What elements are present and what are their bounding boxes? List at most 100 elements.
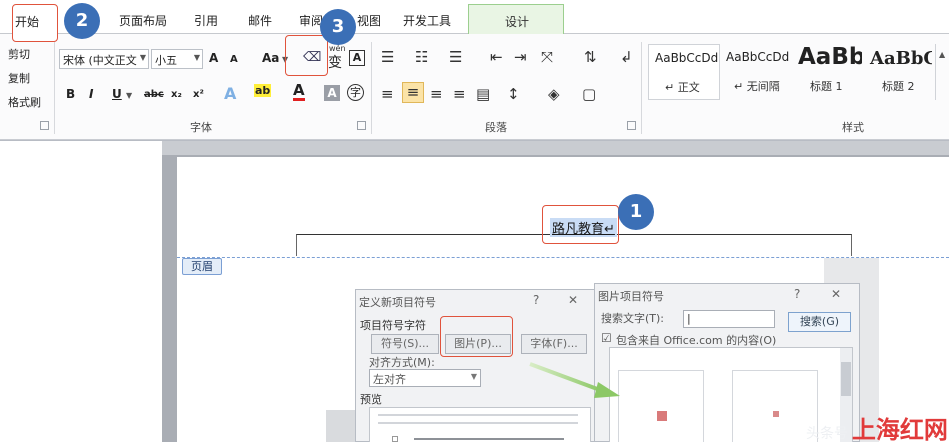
chevron-up-icon: ▲ xyxy=(939,50,946,59)
font-button[interactable]: 字体(F)... xyxy=(521,334,587,354)
style-no-spacing[interactable]: AaBbCcDd ↵ 无间隔 xyxy=(722,44,792,100)
help-icon[interactable]: ? xyxy=(794,287,800,301)
align-left-icon[interactable]: ≡ xyxy=(381,85,394,103)
tab-design-label: 设计 xyxy=(505,15,530,29)
strikethrough-button[interactable]: abc xyxy=(144,89,164,100)
format-painter-button[interactable]: 格式刷 xyxy=(8,94,41,110)
style-name: ↵ 无间隔 xyxy=(734,80,780,93)
style-name: 标题 1 xyxy=(810,80,843,93)
group-separator xyxy=(54,42,55,134)
copy-button[interactable]: 复制 xyxy=(8,70,30,86)
increase-indent-icon[interactable]: ⇥ xyxy=(514,48,527,66)
font-name-select[interactable]: 宋体 (中文正文 ▼ xyxy=(59,49,149,69)
style-sample: AaBbCcDd xyxy=(655,51,719,65)
char-shading-button[interactable]: A xyxy=(324,85,340,101)
shrink-font-button[interactable]: A xyxy=(230,54,238,65)
font-size-select[interactable]: 小五 ▼ xyxy=(151,49,203,69)
chevron-down-icon: ▼ xyxy=(126,91,133,100)
alignment-select[interactable]: 左对齐 ▼ xyxy=(369,369,481,387)
multilevel-list-icon[interactable]: ☰ xyxy=(449,48,462,66)
tab-page-layout[interactable]: 页面布局 xyxy=(119,12,167,29)
alignment-value: 左对齐 xyxy=(373,373,406,386)
paragraph-launcher-icon[interactable] xyxy=(627,121,636,130)
dialog-title: 定义新项目符号 xyxy=(359,296,436,309)
char-border-button[interactable]: A xyxy=(349,50,365,66)
tab-developer[interactable]: 开发工具 xyxy=(403,12,451,29)
help-icon[interactable]: ? xyxy=(533,293,539,307)
chinese-layout-icon[interactable]: ⤧ xyxy=(541,48,553,66)
header-tag: 页眉 xyxy=(182,258,222,275)
show-marks-icon[interactable]: ↲ xyxy=(620,48,633,66)
bullets-icon[interactable]: ☰ xyxy=(381,48,394,66)
tab-home-label: 开始 xyxy=(15,15,40,29)
callout-2: 2 xyxy=(64,3,100,39)
group-separator xyxy=(641,42,642,134)
preview-line xyxy=(414,438,564,440)
style-sample: AaBbC xyxy=(870,48,932,69)
search-input[interactable]: | xyxy=(683,310,775,328)
close-icon[interactable]: ✕ xyxy=(831,287,841,301)
highlight-picture-button xyxy=(440,316,513,357)
styles-scroll[interactable]: ▲ xyxy=(935,44,949,100)
search-button[interactable]: 搜索(G) xyxy=(788,312,851,332)
style-name: ↵ 正文 xyxy=(665,81,700,94)
picture-bullet-item[interactable] xyxy=(618,370,704,442)
ruler-strip xyxy=(162,141,949,155)
bullet-image xyxy=(657,411,667,421)
callout-3: 3 xyxy=(320,9,356,45)
align-center-icon[interactable]: ≡ xyxy=(402,82,424,103)
phonetic-guide-button[interactable]: 变 xyxy=(328,52,342,72)
enclose-char-icon[interactable]: 字 xyxy=(347,84,364,101)
tab-references[interactable]: 引用 xyxy=(194,12,218,29)
style-sample: AaBbCcDd xyxy=(726,50,790,64)
dialog-title: 图片项目符号 xyxy=(598,290,664,303)
tab-view[interactable]: 视图 xyxy=(357,12,381,29)
watermark-brand: 上海红网 xyxy=(851,416,948,442)
preview-bullet xyxy=(392,436,398,442)
bold-button[interactable]: B xyxy=(66,87,75,101)
underline-button[interactable]: U xyxy=(112,87,122,101)
font-size-value: 小五 xyxy=(155,54,177,67)
tab-design[interactable]: 设计 xyxy=(468,4,564,34)
highlight-color-icon[interactable]: ab xyxy=(254,84,272,97)
style-heading-2[interactable]: AaBbC 标题 2 xyxy=(864,44,932,100)
italic-button[interactable]: I xyxy=(89,87,93,101)
bullet-image xyxy=(773,411,779,417)
sort-icon[interactable]: ⇅ xyxy=(584,48,597,66)
distribute-icon[interactable]: ▤ xyxy=(476,85,490,103)
clipboard-launcher-icon[interactable] xyxy=(40,121,49,130)
callout-1: 1 xyxy=(618,194,654,230)
numbering-icon[interactable]: ☷ xyxy=(415,48,428,66)
scrollbar-thumb[interactable] xyxy=(841,362,851,396)
tab-home[interactable]: 开始 xyxy=(12,4,58,42)
include-office-checkbox[interactable]: ☑ xyxy=(601,331,612,345)
close-icon[interactable]: ✕ xyxy=(568,293,578,307)
arrow-icon xyxy=(529,362,620,398)
style-sample: AaBb xyxy=(798,44,862,70)
search-label: 搜索文字(T): xyxy=(601,312,665,325)
text-effects-icon[interactable]: A xyxy=(224,84,236,103)
cut-button[interactable]: 剪切 xyxy=(8,46,30,62)
font-launcher-icon[interactable] xyxy=(357,121,366,130)
symbol-button[interactable]: 符号(S)... xyxy=(371,334,439,354)
highlight-header-text xyxy=(542,205,619,244)
change-case-button[interactable]: Aa xyxy=(262,51,279,65)
style-heading-1[interactable]: AaBb 标题 1 xyxy=(794,44,862,100)
left-blank-panel xyxy=(0,141,162,442)
style-name: 标题 2 xyxy=(882,80,915,93)
preview-line xyxy=(378,422,578,424)
subscript-button[interactable]: x₂ xyxy=(171,89,182,100)
superscript-button[interactable]: x² xyxy=(193,89,204,100)
font-color-button[interactable]: A xyxy=(293,83,305,101)
tab-mailings[interactable]: 邮件 xyxy=(248,12,272,29)
paragraph-group-label: 段落 xyxy=(485,121,507,134)
style-normal[interactable]: AaBbCcDd ↵ 正文 xyxy=(648,44,720,100)
grow-font-button[interactable]: A xyxy=(209,51,218,65)
borders-icon[interactable]: ▢ xyxy=(582,85,596,103)
line-spacing-icon[interactable]: ↕ xyxy=(507,85,520,103)
decrease-indent-icon[interactable]: ⇤ xyxy=(490,48,503,66)
align-right-icon[interactable]: ≡ xyxy=(430,85,443,103)
justify-icon[interactable]: ≡ xyxy=(453,85,466,103)
shading-icon[interactable]: ◈ xyxy=(548,85,560,103)
watermark: 头条号 上海红网 xyxy=(806,410,948,442)
